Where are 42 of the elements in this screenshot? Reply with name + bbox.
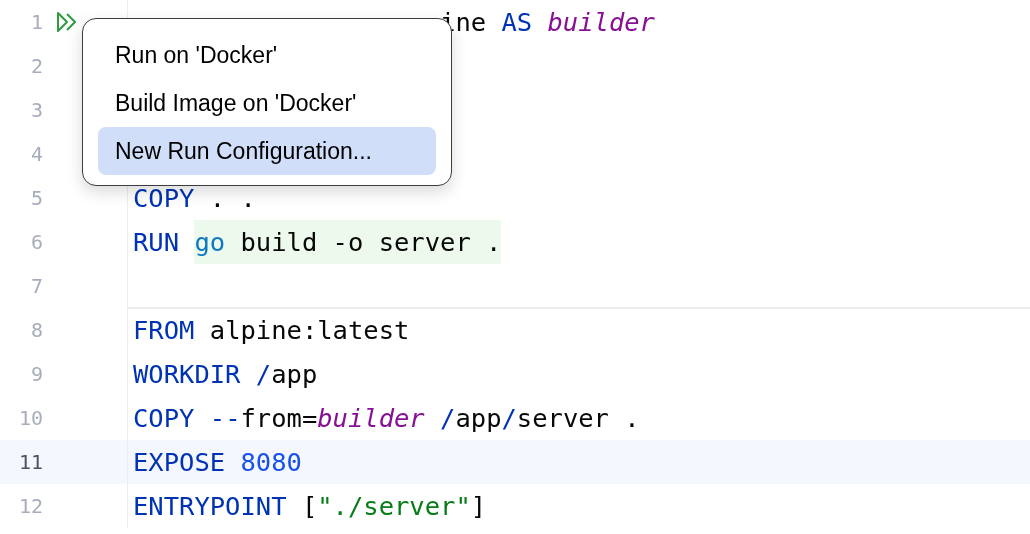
- line-number: 2: [29, 54, 43, 78]
- run-icon[interactable]: [56, 11, 78, 33]
- code-token: "./server": [317, 490, 471, 523]
- menu-item[interactable]: Run on 'Docker': [98, 31, 436, 79]
- line-number: 4: [29, 142, 43, 166]
- code-token: WORKDIR: [133, 358, 241, 391]
- code-token: COPY: [133, 182, 195, 215]
- code-token: /: [254, 358, 272, 391]
- code-token: builder: [317, 402, 425, 435]
- code-token: . .: [208, 182, 256, 215]
- line-number: 7: [29, 274, 43, 298]
- code-token: server .: [516, 402, 640, 435]
- line-number: 9: [29, 362, 43, 386]
- code-token: /: [439, 402, 456, 435]
- code-token: ENTRYPOINT: [133, 490, 287, 523]
- menu-item[interactable]: New Run Configuration...: [98, 127, 436, 175]
- code-token: FROM: [133, 314, 195, 347]
- code-token: ]: [470, 490, 487, 523]
- line-number: 3: [29, 98, 43, 122]
- code-token: go: [194, 220, 226, 264]
- line-number: 10: [17, 406, 43, 430]
- code-token: from=: [240, 402, 318, 435]
- code-token: [: [300, 490, 318, 523]
- line-number: 5: [29, 186, 43, 210]
- menu-item[interactable]: Build Image on 'Docker': [98, 79, 436, 127]
- code-token: app: [455, 402, 502, 435]
- code-token: AS: [500, 6, 533, 39]
- line-number: 8: [29, 318, 43, 342]
- code-token: --: [208, 402, 241, 435]
- line-number: 12: [17, 494, 43, 518]
- line-number: 11: [17, 450, 43, 474]
- code-token: 8080: [239, 446, 302, 479]
- code-token: COPY: [133, 402, 195, 435]
- code-token: build -o server .: [225, 220, 502, 264]
- code-token: alpine:latest: [208, 314, 410, 347]
- code-token: RUN: [133, 226, 180, 259]
- code-token: builder: [546, 6, 655, 39]
- code-token: app: [271, 358, 318, 391]
- code-token: EXPOSE: [133, 446, 226, 479]
- line-number: 1: [29, 10, 43, 34]
- code-token: /: [501, 402, 517, 435]
- line-number: 6: [29, 230, 43, 254]
